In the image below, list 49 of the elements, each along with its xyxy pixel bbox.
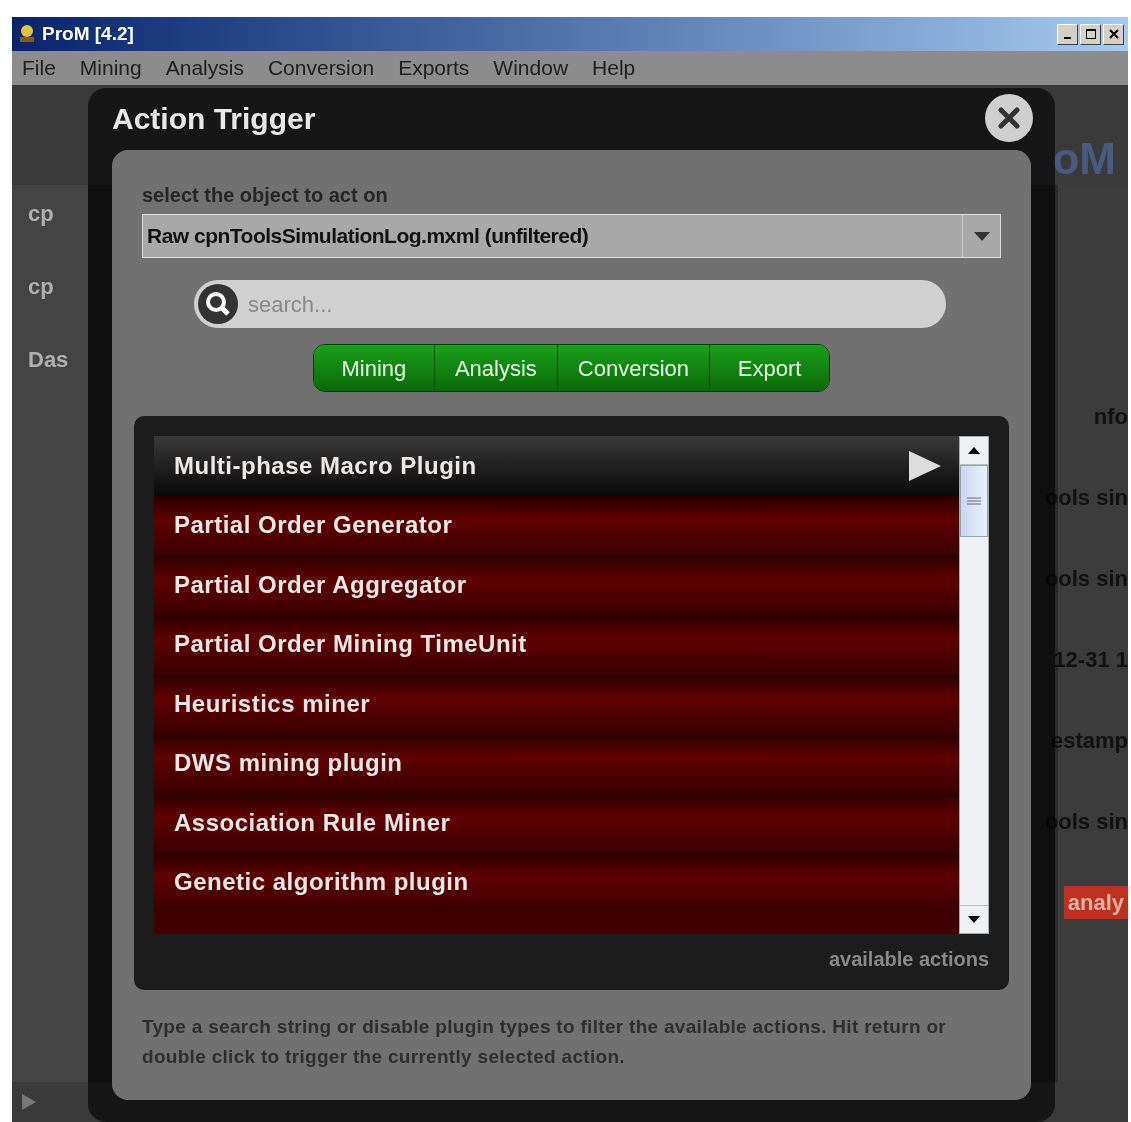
object-dropdown[interactable]: Raw cpnToolsSimulationLog.mxml (unfiltered) — [142, 214, 1001, 258]
search-input[interactable]: search... — [248, 287, 946, 321]
action-item[interactable]: Partial Order Generator — [154, 495, 959, 555]
grip-icon — [967, 497, 981, 505]
plugin-type-toggle[interactable]: Mining — [313, 345, 434, 391]
scroll-down-icon — [968, 916, 980, 923]
scrollbar[interactable] — [959, 436, 989, 934]
maximize-button[interactable] — [1080, 23, 1101, 45]
analyse-button[interactable]: analy — [1063, 886, 1128, 919]
background-text: cp — [27, 200, 55, 228]
search-field[interactable]: search... — [194, 280, 946, 328]
logo-text: oM — [1052, 137, 1116, 181]
action-item[interactable]: Genetic algorithm plugin — [154, 852, 959, 912]
action-item[interactable]: Heuristics miner — [154, 674, 959, 734]
window-title: ProM [4.2] — [42, 21, 134, 46]
play-icon — [22, 1094, 36, 1110]
menu-item[interactable]: Conversion — [267, 52, 375, 84]
field-label: select the object to act on — [142, 183, 389, 208]
action-item[interactable]: Multi-phase Macro Plugin — [154, 436, 959, 496]
background-text: Das — [27, 346, 70, 374]
plugin-type-toggle[interactable]: Analysis — [433, 345, 557, 391]
list-caption: available actions — [828, 947, 989, 972]
close-icon — [997, 106, 1021, 130]
background-text: cp — [27, 273, 55, 301]
menu-item[interactable]: Mining — [79, 52, 142, 84]
plugin-type-toggle[interactable]: Conversion — [556, 345, 710, 391]
help-text: Type a search string or disable plugin types to filter the available actions. Hit return or double click to trigger the currently selected action. — [142, 1015, 948, 1069]
menu-item[interactable]: File — [22, 52, 56, 84]
action-item[interactable]: Association Rule Miner — [154, 793, 959, 853]
scroll-up-icon — [968, 447, 980, 454]
action-item[interactable]: DWS mining plugin — [154, 733, 959, 793]
menu-item[interactable]: Window — [493, 52, 569, 84]
menu-item[interactable]: Help — [592, 52, 636, 84]
dropdown-value: Raw cpnToolsSimulationLog.mxml (unfiltered) — [146, 223, 590, 250]
action-item[interactable]: Partial Order Mining TimeUnit — [154, 614, 959, 674]
minimize-icon — [1064, 37, 1071, 39]
scroll-thumb[interactable] — [960, 465, 988, 537]
dropdown-arrow-icon — [973, 231, 990, 241]
plugin-type-toggle[interactable]: Export — [709, 345, 830, 391]
minimize-button[interactable] — [1057, 23, 1078, 45]
play-arrow-icon — [909, 450, 941, 481]
dialog-title: Action Trigger — [112, 100, 316, 137]
search-icon — [198, 284, 238, 324]
close-icon — [1108, 29, 1119, 39]
menu-item[interactable]: Exports — [398, 52, 470, 84]
close-button[interactable] — [1103, 23, 1124, 45]
menu-item[interactable]: Analysis — [165, 52, 244, 84]
maximize-icon — [1085, 29, 1096, 39]
action-item[interactable]: Partial Order Aggregator — [154, 555, 959, 615]
